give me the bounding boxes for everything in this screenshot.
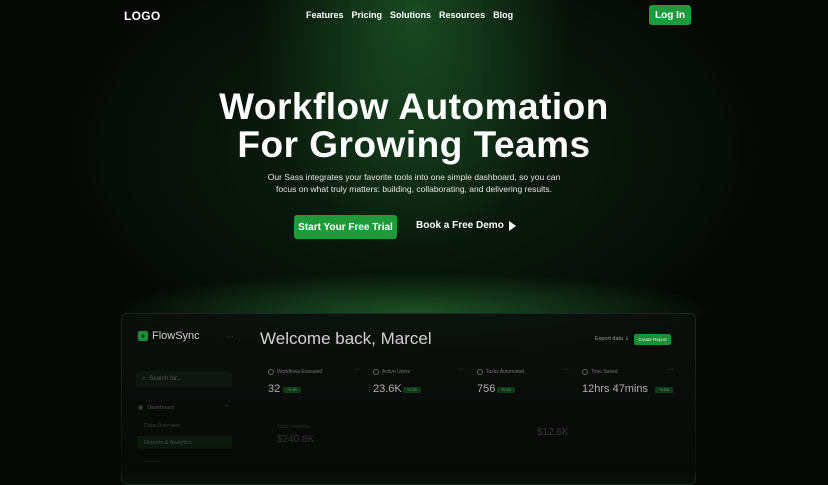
hero-subtitle: Our Sass integrates your favorite tools … <box>267 172 561 194</box>
stat-label: Active Users <box>373 369 410 375</box>
top-nav: LOGO Features Pricing Solutions Resource… <box>0 0 828 30</box>
nav-link-resources[interactable]: Resources <box>439 10 485 20</box>
sidebar-section-dashboard[interactable]: ▦ Dashboard <box>138 405 174 411</box>
dashboard-brand: » FlowSync <box>138 330 200 342</box>
stat-card-active-users: Active Users ··· 23.6K +0.0% <box>373 366 465 404</box>
secondary-value: $12.6K <box>537 427 569 438</box>
stat-label: Tasks Automated <box>477 369 524 375</box>
stat-value: 756 <box>477 383 496 395</box>
dashboard-preview: » FlowSync ··· ⌕ Search for... ▦ Dashboa… <box>121 313 696 485</box>
more-icon[interactable]: ··· <box>562 366 569 373</box>
login-button[interactable]: Log In <box>649 5 691 25</box>
nav-links: Features Pricing Solutions Resources Blo… <box>306 10 513 20</box>
nav-link-blog[interactable]: Blog <box>493 10 513 20</box>
book-demo-label: Book a Free Demo <box>416 220 504 231</box>
circle-icon <box>268 369 274 375</box>
stat-badge: +0.0% <box>403 387 421 393</box>
brand-name: FlowSync <box>152 330 200 342</box>
stat-card-workflows: Workflows Executed ··· 32 +0.0% <box>268 366 360 404</box>
search-placeholder: Search for... <box>149 376 182 382</box>
chevron-up-icon[interactable]: ⌃ <box>224 404 229 411</box>
nav-link-pricing[interactable]: Pricing <box>352 10 383 20</box>
dashboard-search-input[interactable]: ⌕ Search for... <box>136 371 232 387</box>
sidebar-section-label: Dashboard <box>147 405 175 411</box>
stat-label: Workflows Executed <box>268 369 322 375</box>
create-report-button[interactable]: Create Report <box>634 334 671 345</box>
welcome-heading: Welcome back, Marcel <box>260 329 432 348</box>
stat-card-time-saved: Time Saved ··· 12hrs 47mins +0.0% <box>582 366 674 404</box>
revenue-value: $240.8K <box>277 434 315 445</box>
sidebar-item-label: Reports & Analytics <box>144 439 192 446</box>
grid-icon: ▦ <box>138 405 144 411</box>
more-icon[interactable]: ··· <box>458 366 465 373</box>
stat-value: 32 <box>268 383 281 395</box>
revenue-label: Total revenue <box>277 424 311 430</box>
more-icon[interactable]: ··· <box>226 332 234 341</box>
user-icon <box>373 369 379 375</box>
more-icon[interactable]: ··· <box>667 366 674 373</box>
dashboard-sidebar: » FlowSync ··· ⌕ Search for... ▦ Dashboa… <box>136 326 236 476</box>
check-icon <box>477 369 483 375</box>
hero-title: Workflow Automation For Growing Teams <box>0 88 828 164</box>
export-data-button[interactable]: Export data ⇣ <box>595 336 629 342</box>
stat-card-tasks: Tasks Automated ··· 756 +0.0% <box>477 366 569 404</box>
logo[interactable]: LOGO <box>124 9 161 23</box>
more-icon[interactable]: ··· <box>353 366 360 373</box>
hero-title-line-1: Workflow Automation <box>219 86 609 127</box>
book-demo-button[interactable]: Book a Free Demo <box>416 220 516 231</box>
stat-badge: +0.0% <box>497 387 515 393</box>
hero-title-line-2: For Growing Teams <box>237 124 591 165</box>
stat-badge: +0.0% <box>655 387 673 393</box>
stat-badge: +0.0% <box>283 387 301 393</box>
search-icon: ⌕ <box>142 375 146 382</box>
nav-link-solutions[interactable]: Solutions <box>390 10 431 20</box>
stat-label: Time Saved <box>582 369 618 375</box>
stat-value: 23.6K <box>373 383 402 395</box>
clock-icon <box>582 369 588 375</box>
play-icon <box>508 220 516 231</box>
stat-value: 12hrs 47mins <box>582 383 649 395</box>
sidebar-item-reports[interactable]: Reports & Analytics <box>137 436 232 449</box>
start-trial-button[interactable]: Start Your Free Trial <box>294 215 397 239</box>
nav-link-features[interactable]: Features <box>306 10 344 20</box>
sidebar-item-more[interactable]: ——— <box>144 459 161 465</box>
sidebar-item-data-overview[interactable]: Data Overview <box>144 423 180 429</box>
flowsync-logo-icon: » <box>138 331 148 341</box>
